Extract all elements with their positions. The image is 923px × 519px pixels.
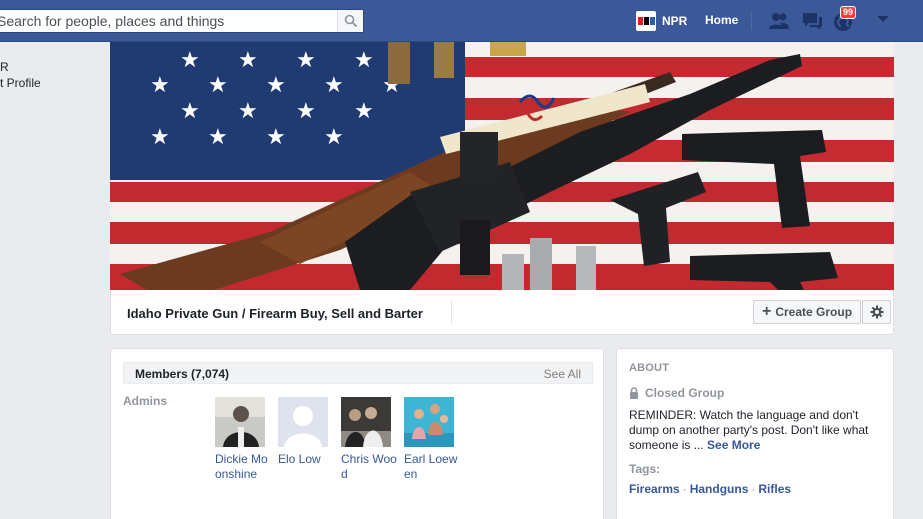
home-link[interactable]: Home — [705, 13, 738, 27]
admins-label: Admins — [123, 394, 168, 408]
svg-text:★: ★ — [266, 73, 286, 98]
lock-icon — [630, 387, 638, 399]
tag-link[interactable]: Handguns — [690, 482, 749, 496]
tags-label: Tags: — [629, 462, 661, 476]
admin-name[interactable]: Chris Wood — [341, 452, 397, 482]
admin-item[interactable]: Earl Loewen — [404, 397, 460, 482]
left-nav-profile-name[interactable]: R — [0, 60, 9, 74]
admin-name[interactable]: Earl Loewen — [404, 452, 460, 482]
nav-divider — [751, 12, 752, 30]
tag-separator: · — [682, 482, 687, 496]
search-icon — [344, 14, 358, 28]
svg-text:★: ★ — [180, 99, 200, 124]
svg-text:★: ★ — [238, 99, 258, 124]
svg-text:★: ★ — [208, 125, 228, 150]
left-nav-edit-profile[interactable]: t Profile — [0, 76, 41, 90]
svg-text:★: ★ — [150, 73, 170, 98]
gear-icon — [870, 305, 883, 319]
group-privacy: Closed Group — [629, 386, 724, 400]
profile-name: NPR — [662, 14, 688, 28]
about-title: ABOUT — [629, 362, 670, 374]
about-card: ABOUT Closed Group REMINDER: Watch the l… — [616, 348, 894, 519]
tag-separator: · — [751, 482, 756, 496]
search-button[interactable] — [337, 10, 363, 32]
admin-avatar[interactable] — [215, 397, 265, 447]
admin-name[interactable]: Elo Low — [278, 452, 334, 467]
svg-text:★: ★ — [354, 48, 374, 73]
header-divider — [451, 300, 452, 324]
account-caret-icon[interactable] — [877, 16, 889, 22]
notifications-badge: 99 — [840, 6, 857, 19]
admin-item[interactable]: Elo Low — [278, 397, 334, 467]
see-more-link[interactable]: See More — [707, 438, 760, 452]
tag-link[interactable]: Rifles — [758, 482, 791, 496]
see-all-link[interactable]: See All — [544, 367, 581, 381]
members-title[interactable]: Members (7,074) — [135, 367, 229, 381]
group-title[interactable]: Idaho Private Gun / Firearm Buy, Sell an… — [127, 306, 423, 321]
group-header-bar: Idaho Private Gun / Firearm Buy, Sell an… — [110, 290, 894, 335]
svg-text:★: ★ — [238, 48, 258, 73]
tags-list: Firearms · Handguns · Rifles — [629, 482, 791, 496]
top-navigation-bar: NPR Home 99 — [0, 0, 923, 42]
npr-avatar — [636, 11, 656, 31]
profile-link-npr[interactable]: NPR — [636, 10, 687, 32]
members-card: Members (7,074) See All Admins Dickie Mo… — [110, 348, 604, 519]
group-settings-button[interactable] — [862, 300, 891, 324]
svg-text:★: ★ — [324, 73, 344, 98]
tag-link[interactable]: Firearms — [629, 482, 680, 496]
admin-avatar[interactable] — [404, 397, 454, 447]
admin-name[interactable]: Dickie Moonshine — [215, 452, 271, 482]
create-group-label: Create Group — [775, 305, 853, 319]
svg-text:★: ★ — [150, 125, 170, 150]
svg-text:★: ★ — [324, 125, 344, 150]
friend-requests-icon[interactable] — [767, 10, 791, 32]
admin-avatar[interactable] — [341, 397, 391, 447]
svg-text:★: ★ — [208, 73, 228, 98]
messages-icon[interactable] — [800, 10, 824, 32]
search-box — [0, 9, 364, 33]
svg-text:★: ★ — [180, 48, 200, 73]
privacy-label: Closed Group — [645, 386, 725, 400]
svg-text:★: ★ — [266, 125, 286, 150]
svg-text:★: ★ — [354, 99, 374, 124]
group-description: REMINDER: Watch the language and don't d… — [629, 408, 885, 453]
admin-item[interactable]: Chris Wood — [341, 397, 397, 482]
create-group-button[interactable]: + Create Group — [753, 300, 861, 324]
admin-item[interactable]: Dickie Moonshine — [215, 397, 271, 482]
members-header: Members (7,074) See All — [123, 362, 593, 384]
search-input[interactable] — [0, 10, 329, 32]
svg-text:★: ★ — [296, 99, 316, 124]
cover-image: ★ ★ ★ ★ ★ ★ ★ ★ ★ ★ ★ ★ ★ ★ ★ ★ ★ — [110, 42, 894, 290]
admin-avatar[interactable] — [278, 397, 328, 447]
plus-icon: + — [762, 303, 772, 320]
svg-text:★: ★ — [296, 48, 316, 73]
group-cover-photo[interactable]: ★ ★ ★ ★ ★ ★ ★ ★ ★ ★ ★ ★ ★ ★ ★ ★ ★ — [110, 42, 894, 290]
